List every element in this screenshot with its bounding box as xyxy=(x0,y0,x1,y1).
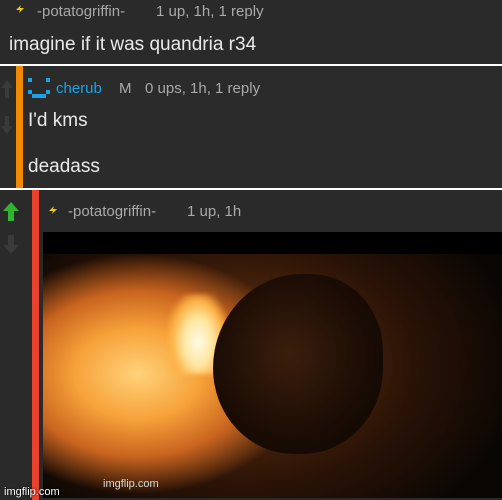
comment-1: -potatogriffin- 1 up, 1h, 1 reply imagin… xyxy=(0,0,502,64)
user-flair-icon xyxy=(16,5,24,13)
comment-text-line-2: deadass xyxy=(28,156,100,177)
comment-meta: 0 ups, 1h, 1 reply xyxy=(145,80,261,97)
comment-image[interactable]: imgflip.com xyxy=(43,232,502,498)
comment-username[interactable]: -potatogriffin- xyxy=(37,3,125,20)
comment-meta: 1 up, 1h, 1 reply xyxy=(156,3,264,20)
comment-username[interactable]: cherub xyxy=(56,80,102,97)
comment-username[interactable]: -potatogriffin- xyxy=(68,203,156,220)
comment-meta: 1 up, 1h xyxy=(187,203,242,220)
image-scene: imgflip.com xyxy=(43,254,502,498)
comment-2: cherub M 0 ups, 1h, 1 reply I'd kms dead… xyxy=(0,66,502,188)
comment-thread-bar xyxy=(16,66,23,188)
upvote-arrow-icon[interactable] xyxy=(0,78,14,100)
comment-text-line-1: I'd kms xyxy=(28,110,88,131)
image-watermark: imgflip.com xyxy=(103,478,159,490)
mod-badge: M xyxy=(119,80,132,97)
user-flair-icon xyxy=(49,206,57,214)
comment-text: imagine if it was quandria r34 xyxy=(9,34,257,55)
downvote-arrow-icon[interactable] xyxy=(0,114,14,136)
downvote-arrow-icon[interactable] xyxy=(2,234,20,256)
user-avatar-icon xyxy=(28,78,50,98)
upvote-arrow-icon[interactable] xyxy=(2,200,20,222)
comment-thread-bar xyxy=(32,190,39,500)
page-watermark: imgflip.com xyxy=(4,486,60,498)
comment-3: -potatogriffin- 1 up, 1h imgflip.com xyxy=(0,190,502,500)
hand-silhouette xyxy=(213,274,383,454)
